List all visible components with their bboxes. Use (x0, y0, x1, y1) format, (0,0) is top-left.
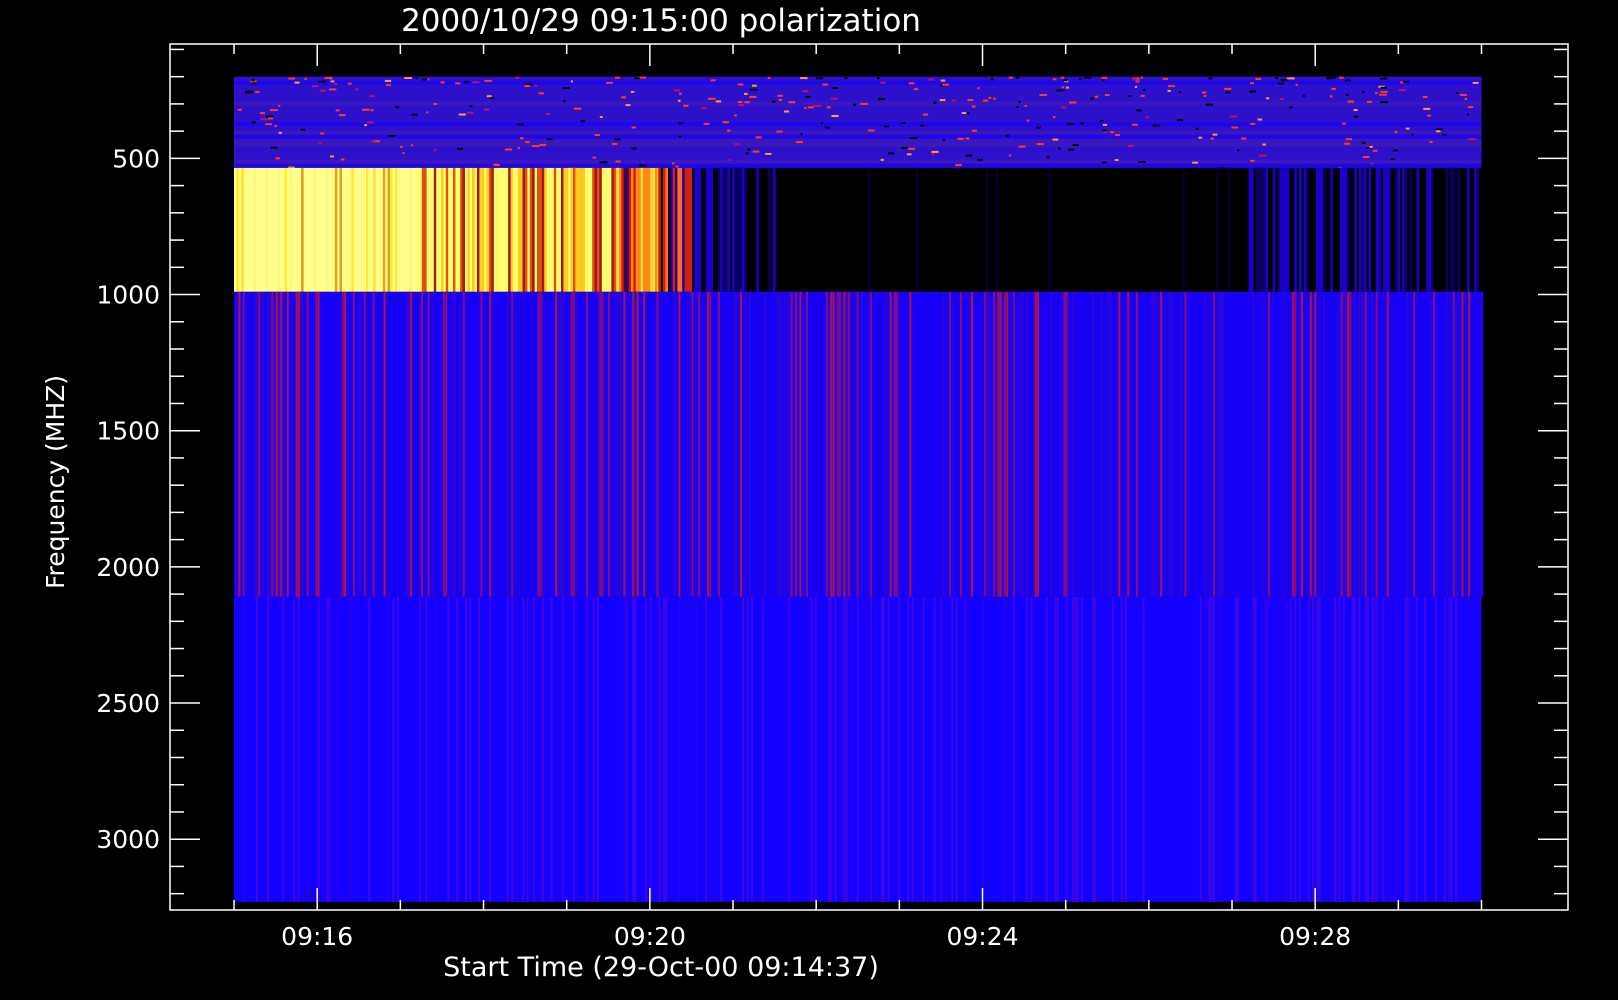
y-tick-label: 1000 (96, 281, 160, 310)
y-tick-label: 3000 (96, 825, 160, 854)
y-axis-label: Frequency (MHZ) (41, 375, 70, 589)
band-low (234, 76, 1482, 170)
y-tick-label: 2500 (96, 689, 160, 718)
x-tick-label: 09:28 (1279, 922, 1351, 951)
x-tick-label: 09:20 (614, 922, 686, 951)
y-tick-label: 1500 (96, 417, 160, 446)
chart-title: 2000/10/29 09:15:00 polarization (401, 3, 921, 39)
plot-area (234, 76, 1484, 902)
spectrogram-chart: 2000/10/29 09:15:00 polarization 09:16 09… (0, 0, 1618, 1000)
y-tick-label: 500 (112, 144, 160, 173)
x-tick-label: 09:16 (281, 922, 353, 951)
chart-canvas: 2000/10/29 09:15:00 polarization 09:16 09… (41, 3, 1569, 983)
band-high (234, 596, 1482, 902)
x-axis-label: Start Time (29-Oct-00 09:14:37) (443, 952, 879, 983)
band-bright (234, 167, 1482, 292)
y-tick-label: 2000 (96, 553, 160, 582)
x-tick-label: 09:24 (946, 922, 1018, 951)
band-mid (234, 291, 1484, 597)
